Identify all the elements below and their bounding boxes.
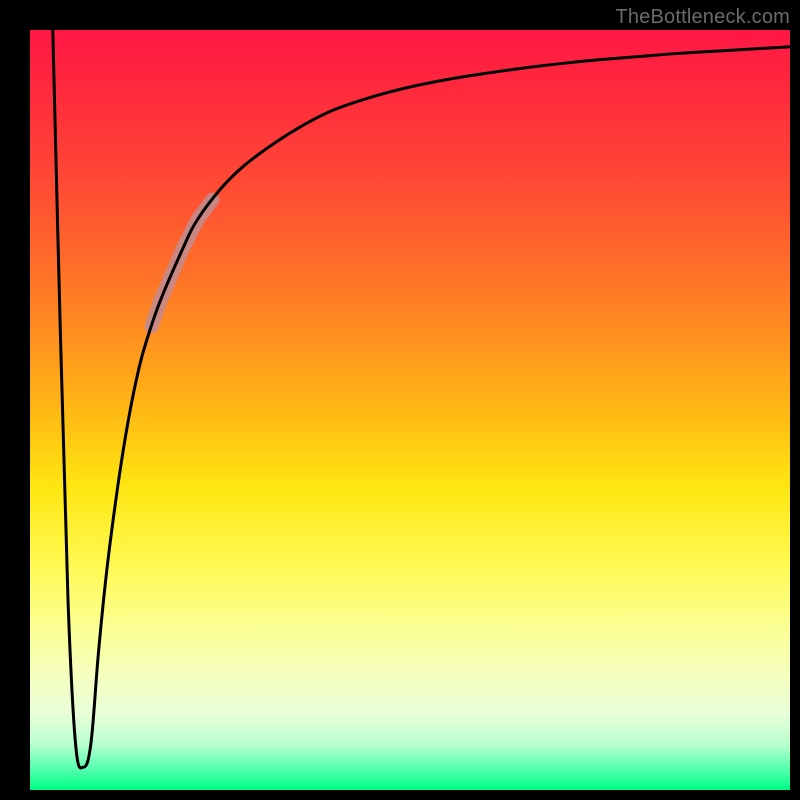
- plot-area: [30, 30, 790, 790]
- curve-layer: [30, 30, 790, 790]
- attribution-label: TheBottleneck.com: [615, 6, 790, 29]
- main-curve: [53, 30, 790, 768]
- chart-frame: TheBottleneck.com: [0, 0, 800, 800]
- curve-highlight: [152, 200, 213, 327]
